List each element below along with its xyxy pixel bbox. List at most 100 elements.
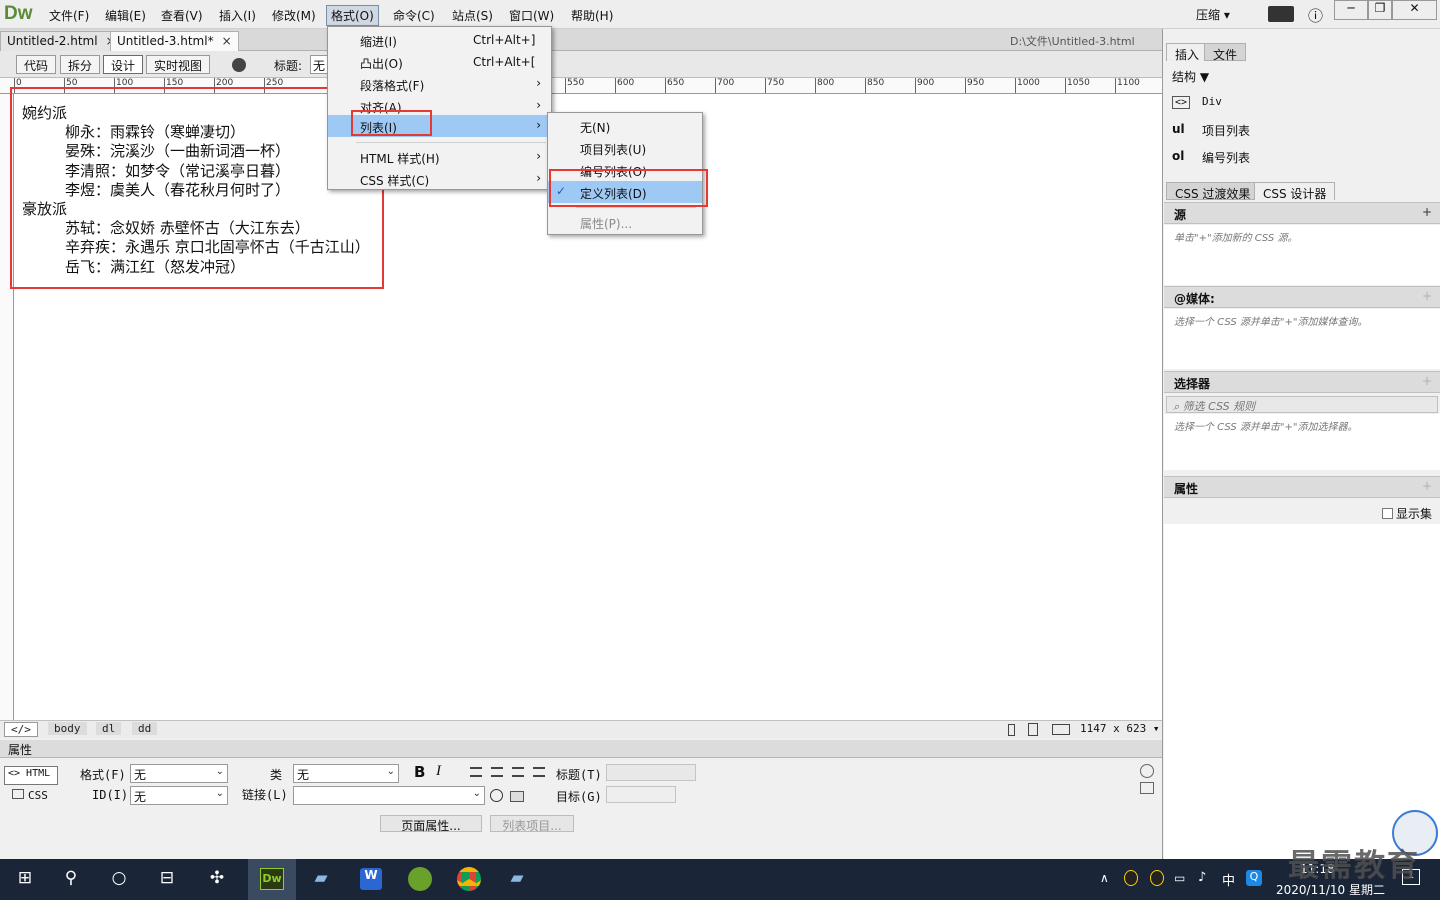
globe-icon[interactable] (232, 58, 246, 72)
live-view-button[interactable]: 实时视图 (146, 55, 211, 74)
menu-item-paragraph-format[interactable]: 段落格式(F) › (328, 73, 551, 95)
filter-css-rules-input[interactable]: ⌕ 筛选 CSS 规则 (1166, 396, 1438, 413)
indent-icon[interactable] (533, 767, 545, 777)
minimize-button[interactable]: ─ (1334, 0, 1368, 20)
code-icon[interactable]: </> (4, 722, 38, 737)
unordered-list-icon: ul (1172, 122, 1185, 136)
cortana-icon[interactable]: ○ (106, 868, 132, 892)
insert-category-select[interactable]: 结构 ▼ (1172, 68, 1209, 85)
help-icon[interactable] (1140, 764, 1154, 778)
menu-edit[interactable]: 编辑(E) (101, 6, 150, 25)
pinwheel-app-icon[interactable]: ✣ (204, 868, 230, 892)
close-icon[interactable]: × (222, 34, 232, 48)
class-select[interactable]: 无 ⌄ (293, 764, 399, 783)
app-logo: Dw (4, 3, 33, 24)
chevron-right-icon: › (536, 149, 541, 163)
code-view-button[interactable]: 代码 (16, 55, 57, 74)
volume-icon[interactable]: ♪ (1198, 870, 1206, 885)
search-icon[interactable]: ⚲ (58, 868, 84, 892)
menu-insert[interactable]: 插入(I) (215, 6, 260, 25)
dreamweaver-taskbar-button[interactable]: Dw (248, 859, 296, 900)
menu-commands[interactable]: 命令(C) (389, 6, 439, 25)
tab-css-transitions[interactable]: CSS 过渡效果 (1166, 182, 1260, 201)
qq-icon[interactable] (1124, 870, 1138, 886)
extension-icon[interactable] (1268, 6, 1294, 22)
watermelon-app-icon[interactable] (408, 867, 432, 891)
insert-div[interactable]: Div (1202, 95, 1222, 108)
add-property-button: + (1421, 479, 1432, 493)
section-media: @媒体: + (1164, 286, 1440, 308)
qq-icon-2[interactable] (1150, 870, 1164, 886)
q-app-icon[interactable]: Q (1246, 870, 1262, 886)
chrome-icon[interactable] (457, 867, 481, 891)
design-view-button[interactable]: 设计 (103, 55, 144, 74)
tab-insert[interactable]: 插入 (1166, 43, 1209, 62)
menu-site[interactable]: 站点(S) (448, 6, 497, 25)
ime-indicator[interactable]: 中 (1222, 870, 1235, 889)
ruler-tick: 750 (765, 78, 784, 93)
menu-item-css-style[interactable]: CSS 样式(C) › (328, 168, 551, 190)
restore-button[interactable]: ❐ (1368, 0, 1392, 20)
network-icon[interactable]: ▭ (1174, 871, 1185, 885)
link-input[interactable]: ⌄ (293, 786, 485, 805)
windows-start-icon[interactable]: ⊞ (12, 868, 38, 892)
page-properties-button[interactable]: 页面属性... (380, 815, 482, 833)
edit-icon[interactable] (1140, 782, 1154, 794)
tag-body[interactable]: body (48, 722, 87, 735)
menu-file[interactable]: 文件(F) (45, 6, 93, 25)
menu-format[interactable]: 格式(O) (326, 5, 379, 26)
mobile-size-icon[interactable] (1008, 724, 1015, 736)
wps-icon[interactable]: W (360, 868, 382, 890)
tablet-size-icon[interactable] (1028, 723, 1038, 736)
tag-dd[interactable]: dd (132, 722, 158, 735)
insert-ordered-list[interactable]: 编号列表 (1202, 149, 1250, 166)
ordered-list-icon[interactable] (491, 767, 503, 777)
format-select[interactable]: 无 ⌄ (130, 764, 228, 783)
italic-button[interactable]: I (436, 763, 441, 780)
tab-untitled-2[interactable]: Untitled-2.html× (0, 31, 123, 51)
document-toolbar: 代码 拆分 设计 实时视图 标题: 无 (0, 51, 1162, 78)
task-view-icon[interactable]: ⊟ (154, 868, 180, 892)
menu-item-outdent[interactable]: 凸出(O) Ctrl+Alt+[ (328, 51, 551, 73)
target-select[interactable] (606, 786, 676, 803)
target-label: 目标(G) (556, 790, 602, 804)
folder-icon[interactable] (510, 791, 524, 802)
tag-dl[interactable]: dl (96, 722, 122, 735)
id-select[interactable]: 无 ⌄ (130, 786, 228, 805)
highlight-box-list (351, 110, 432, 136)
close-button[interactable]: ✕ (1392, 0, 1437, 20)
title-field[interactable] (606, 764, 696, 781)
menu-item-none[interactable]: 无(N) (548, 115, 702, 137)
workspace-compress[interactable]: 压缩 ▾ (1196, 6, 1230, 23)
css-mode-button[interactable]: CSS (12, 789, 48, 802)
insert-unordered-list[interactable]: 项目列表 (1202, 122, 1250, 139)
unordered-list-icon[interactable] (470, 767, 482, 777)
menu-bar: Dw 文件(F) 编辑(E) 查看(V) 插入(I) 修改(M) 格式(O) 命… (0, 0, 1440, 29)
menu-item-indent[interactable]: 缩进(I) Ctrl+Alt+] (328, 29, 551, 51)
css-icon (12, 789, 24, 799)
add-source-button[interactable]: + (1422, 205, 1432, 219)
info-icon[interactable]: ⓘ (1308, 5, 1323, 26)
tab-css-designer[interactable]: CSS 设计器 (1254, 182, 1336, 201)
notepad-icon[interactable]: ▰ (308, 868, 334, 892)
window-size[interactable]: 1147 x 623 ▾ (1080, 722, 1159, 735)
notepad-icon-2[interactable]: ▰ (504, 868, 530, 892)
tray-chevron-up-icon[interactable]: ∧ (1100, 871, 1109, 885)
html-mode-button[interactable]: <> HTML (4, 766, 58, 785)
tab-files[interactable]: 文件 (1204, 43, 1247, 62)
menu-modify[interactable]: 修改(M) (268, 6, 320, 25)
menu-help[interactable]: 帮助(H) (567, 6, 617, 25)
point-to-file-icon[interactable] (490, 789, 503, 802)
tab-untitled-3[interactable]: Untitled-3.html* × (110, 31, 239, 51)
selectors-hint: 选择一个 CSS 源并单击"+"添加选择器。 (1164, 414, 1440, 470)
menu-window[interactable]: 窗口(W) (505, 6, 558, 25)
menu-view[interactable]: 查看(V) (157, 6, 207, 25)
show-set-checkbox[interactable]: 显示集 (1382, 505, 1432, 522)
outdent-icon[interactable] (512, 767, 524, 777)
menu-item-unordered-list[interactable]: 项目列表(U) (548, 137, 702, 159)
desktop-size-icon[interactable] (1052, 724, 1070, 735)
split-view-button[interactable]: 拆分 (60, 55, 101, 74)
bold-button[interactable]: B (414, 763, 425, 781)
title-label: 标题: (274, 59, 303, 73)
menu-item-html-style[interactable]: HTML 样式(H) › (328, 146, 551, 168)
